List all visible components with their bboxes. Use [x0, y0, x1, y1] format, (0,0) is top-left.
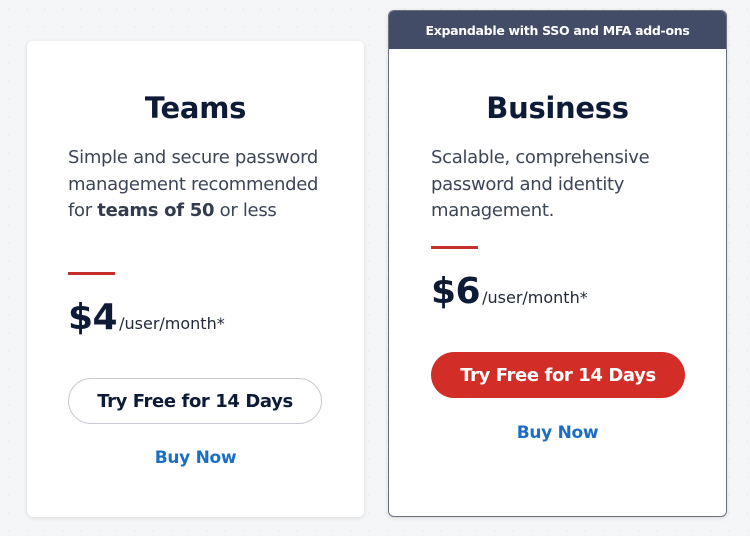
- plan-price: $6 /user/month*: [431, 271, 588, 312]
- buy-now-link[interactable]: Buy Now: [27, 448, 364, 468]
- plan-title: Teams: [144, 91, 247, 125]
- plan-price: $4 /user/month*: [68, 297, 225, 338]
- price-unit: /user/month*: [482, 288, 588, 307]
- buy-now-link[interactable]: Buy Now: [389, 423, 726, 443]
- plan-description: Scalable, comprehensive password and ide…: [431, 147, 650, 221]
- accent-divider: [431, 246, 478, 249]
- price-unit: /user/month*: [119, 314, 225, 333]
- plan-banner: Expandable with SSO and MFA add-ons: [389, 11, 726, 49]
- description-emphasis: teams of 50: [97, 200, 215, 221]
- description-text-end: or less: [214, 200, 277, 221]
- price-amount: $6: [431, 271, 481, 312]
- price-amount: $4: [68, 297, 118, 338]
- plan-title: Business: [486, 91, 629, 125]
- plan-description: Simple and secure password management re…: [68, 145, 338, 225]
- try-free-button[interactable]: Try Free for 14 Days: [68, 378, 322, 424]
- plan-card-teams: Teams Simple and secure password managem…: [27, 41, 364, 517]
- try-free-button[interactable]: Try Free for 14 Days: [431, 352, 685, 398]
- plan-card-business: Expandable with SSO and MFA add-ons Busi…: [388, 10, 727, 517]
- accent-divider: [68, 272, 115, 275]
